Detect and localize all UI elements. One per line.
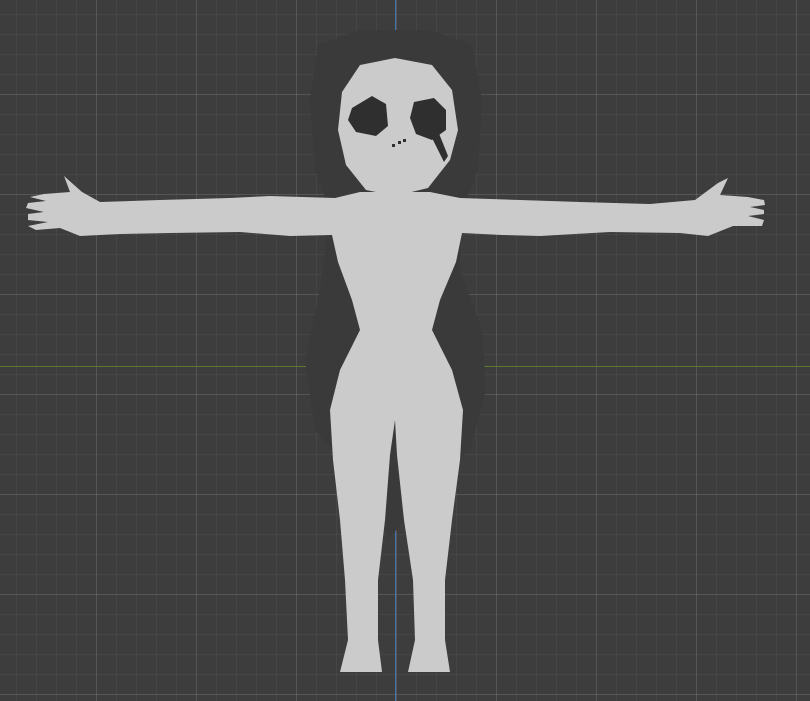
mouth-dot-3 <box>403 139 406 142</box>
character-model[interactable] <box>0 0 810 701</box>
mouth-dot-2 <box>398 141 401 144</box>
body-mesh <box>26 176 765 672</box>
3d-viewport[interactable] <box>0 0 810 701</box>
mouth-dot-1 <box>392 144 395 147</box>
